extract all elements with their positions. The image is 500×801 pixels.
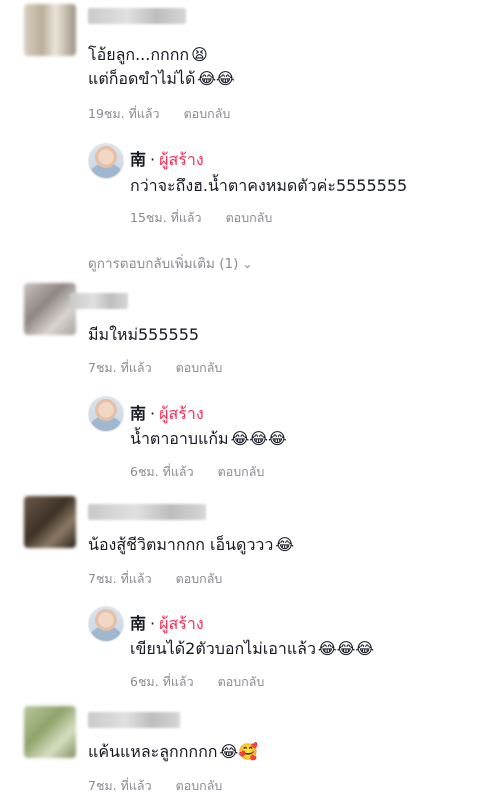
creator-avatar[interactable]	[88, 606, 124, 642]
timestamp: 19ชม. ที่แล้ว	[88, 106, 160, 121]
creator-badge: ผู้สร้าง	[159, 404, 204, 423]
commenter-username[interactable]	[88, 8, 186, 24]
comment-text: แค้นแหละลูกกกกก 😂🥰	[88, 741, 258, 763]
reply-button[interactable]: ตอบกลับ	[218, 464, 265, 479]
emoji: 😂😂	[197, 69, 235, 88]
creator-badge: ผู้สร้าง	[159, 150, 204, 169]
reply-button[interactable]: ตอบกลับ	[226, 210, 273, 225]
reply-text: กว่าจะถึงฮ.น้ำตาคงหมดตัวค่ะ5555555	[130, 175, 407, 197]
comment-text: น้องสู้ชีวิตมากกก เอ็นดูววว 😂	[88, 534, 294, 556]
reply-text: น้ำตาอาบแก้ม 😂😂😂	[130, 428, 287, 450]
view-more-replies[interactable]: ดูการตอบกลับเพิ่มเติม (1) ⌄	[88, 252, 252, 274]
timestamp: 6ชม. ที่แล้ว	[130, 674, 194, 689]
comment-text: โอ้ยลูก...กกกก 😫	[88, 44, 208, 66]
chevron-down-icon: ⌄	[242, 257, 253, 271]
comment-text-line: โอ้ยลูก...กกกก	[88, 45, 190, 64]
creator-name[interactable]: 南 · ผู้สร้าง	[130, 400, 204, 427]
commenter-avatar[interactable]	[24, 283, 76, 335]
reply-text-line: เขียนได้2ตัวบอกไม่เอาแล้ว	[130, 639, 316, 658]
reply-button[interactable]: ตอบกลับ	[176, 360, 223, 375]
reply-text-line: น้ำตาอาบแก้ม	[130, 429, 229, 448]
emoji: 😫	[191, 45, 208, 64]
comment-text: แต่ก็อดขำไม่ได้ 😂😂	[88, 68, 235, 90]
creator-name[interactable]: 南 · ผู้สร้าง	[130, 610, 204, 637]
timestamp: 7ชม. ที่แล้ว	[88, 571, 152, 586]
reply-meta: 6ชม. ที่แล้ว ตอบกลับ	[130, 672, 264, 692]
commenter-avatar[interactable]	[24, 4, 76, 56]
reply-text: เขียนได้2ตัวบอกไม่เอาแล้ว 😂😂😂	[130, 638, 374, 660]
view-more-label: ดูการตอบกลับเพิ่มเติม (1)	[88, 256, 239, 272]
creator-avatar[interactable]	[88, 143, 124, 179]
commenter-username[interactable]	[88, 504, 206, 520]
creator-badge: ผู้สร้าง	[159, 614, 204, 633]
commenter-username[interactable]	[70, 293, 128, 309]
timestamp: 7ชม. ที่แล้ว	[88, 778, 152, 793]
reply-button[interactable]: ตอบกลับ	[176, 571, 223, 586]
timestamp: 15ชม. ที่แล้ว	[130, 210, 202, 225]
comment-text-line: มีมใหม่555555	[88, 325, 200, 344]
emoji: 😂😂😂	[317, 639, 375, 658]
emoji: 😂	[275, 535, 295, 554]
comment-text-line: น้องสู้ชีวิตมากกก เอ็นดูววว	[88, 535, 274, 554]
comment-text-line: แต่ก็อดขำไม่ได้	[88, 69, 196, 88]
author-name: 南	[130, 150, 147, 169]
emoji: 😂😂😂	[230, 429, 287, 448]
reply-meta: 6ชม. ที่แล้ว ตอบกลับ	[130, 462, 264, 482]
reply-button[interactable]: ตอบกลับ	[176, 778, 223, 793]
comment-meta: 7ชม. ที่แล้ว ตอบกลับ	[88, 569, 222, 589]
reply-button[interactable]: ตอบกลับ	[184, 106, 231, 121]
comment-meta: 19ชม. ที่แล้ว ตอบกลับ	[88, 104, 230, 124]
emoji: 😂🥰	[219, 742, 259, 761]
reply-text-line: กว่าจะถึงฮ.น้ำตาคงหมดตัวค่ะ5555555	[130, 176, 408, 195]
commenter-avatar[interactable]	[24, 706, 76, 758]
reply-button[interactable]: ตอบกลับ	[218, 674, 265, 689]
author-name: 南	[130, 404, 147, 423]
comment-meta: 7ชม. ที่แล้ว ตอบกลับ	[88, 358, 222, 378]
creator-name[interactable]: 南 · ผู้สร้าง	[130, 146, 204, 173]
comment-text-line: แค้นแหละลูกกกกก	[88, 742, 218, 761]
author-name: 南	[130, 614, 147, 633]
commenter-username[interactable]	[88, 712, 180, 728]
timestamp: 7ชม. ที่แล้ว	[88, 360, 152, 375]
comment-text: มีมใหม่555555	[88, 324, 199, 346]
comment-meta: 7ชม. ที่แล้ว ตอบกลับ	[88, 776, 222, 796]
reply-meta: 15ชม. ที่แล้ว ตอบกลับ	[130, 208, 272, 228]
timestamp: 6ชม. ที่แล้ว	[130, 464, 194, 479]
commenter-avatar[interactable]	[24, 496, 76, 548]
creator-avatar[interactable]	[88, 396, 124, 432]
